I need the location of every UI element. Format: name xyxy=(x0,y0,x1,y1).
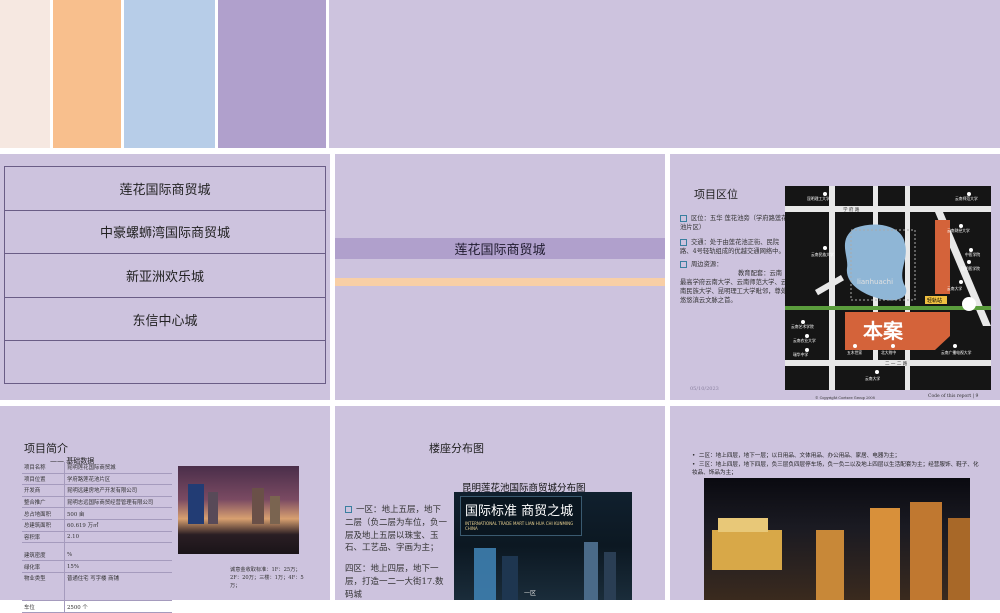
svg-text:云南师范大学: 云南师范大学 xyxy=(955,196,978,201)
svg-text:lianhuachi: lianhuachi xyxy=(857,278,893,286)
color-swatch-1 xyxy=(0,0,50,148)
table-row: 容积率 2.10 xyxy=(22,531,172,544)
table-row: 建筑密度% xyxy=(22,542,172,562)
price-note: 诚意金收取标准：1F：25万；2F：20万；三楼：1万；4F：5万； xyxy=(230,567,304,589)
bullet-icon xyxy=(680,215,687,222)
table-row: 项目位置 学府路莲花池片区 xyxy=(22,473,172,486)
slide-zones[interactable]: • 二区：地上四层，地下一层；以日用品、文体用品、办公用品、家居、电器为主； •… xyxy=(670,406,1000,600)
slide-date: 05/10/2023 xyxy=(690,386,719,392)
title-band: 莲花国际商贸城 xyxy=(335,238,665,259)
map-project-label: 本案 xyxy=(863,319,904,343)
color-swatch-4 xyxy=(218,0,326,148)
intro-photo xyxy=(178,466,299,554)
table-row: 物业类型 普通住宅 写字楼 商铺 xyxy=(22,572,172,602)
slide-title[interactable]: 莲花国际商贸城 xyxy=(335,154,665,400)
footer-copyright: © Copyright Coetzee Group 2008 xyxy=(815,396,875,400)
color-swatch-2 xyxy=(53,0,121,148)
zone4-text: 四区：地上四层，地下一层，打造一二一大街17.数码城 xyxy=(345,564,444,600)
footer-page: Code of this report | 9 xyxy=(928,394,979,399)
location-district: 区位：五华 莲花池旁（学府路莲花池片区） xyxy=(680,215,788,232)
map-subway-label: 轻轨站 xyxy=(927,297,942,304)
svg-text:五木世家: 五木世家 xyxy=(847,350,862,355)
table-row: 整合推广 昆明志远国际商贸经营管理有限公司 xyxy=(22,496,172,509)
menu-item-zhonghao[interactable]: 中豪螺蛳湾国际商贸城 xyxy=(5,211,325,255)
location-resources: 教育配套：云南最高学府云南大学、云南师范大学、云南民族大学、昆明理工大学毗邻，尊… xyxy=(680,269,788,304)
table-row: 总占地面积 500 亩 xyxy=(22,507,172,520)
svg-text:中医学院: 中医学院 xyxy=(965,252,980,257)
location-text-block: 区位：五华 莲花池旁（学府路莲花池片区） 交通：处于由莲花池正街、民院路、4号轻… xyxy=(680,214,788,305)
bullet-icon xyxy=(680,260,687,268)
menu-item-xinyazhou[interactable]: 新亚洲欢乐城 xyxy=(5,254,325,298)
svg-text:昆明医学院: 昆明医学院 xyxy=(961,266,980,271)
zone2-bullet: • 二区：地上四层，地下一层；以日用品、文体用品、办公用品、家居、电器为主； xyxy=(692,453,901,459)
svg-text:云南艺术学院: 云南艺术学院 xyxy=(791,324,814,329)
distribution-title: 楼座分布图 xyxy=(429,442,484,455)
menu-item-lianhua[interactable]: 莲花国际商贸城 xyxy=(5,167,325,211)
svg-text:云南农业大学: 云南农业大学 xyxy=(793,338,816,343)
table-row: 绿化率 15% xyxy=(22,560,172,574)
svg-text:云南大学: 云南大学 xyxy=(865,376,880,381)
svg-text:云南民族大学: 云南民族大学 xyxy=(811,252,834,257)
menu-item-empty[interactable] xyxy=(5,341,325,385)
location-map: lianhuachi 本案 轻轨站 昆明理工大学 云南师范大学 云南财经大学 中… xyxy=(785,186,991,390)
location-title: 项目区位 xyxy=(694,188,738,201)
svg-text:云南广播电视大学: 云南广播电视大学 xyxy=(941,350,972,355)
location-resources-label: 周边资源： xyxy=(691,260,723,268)
table-row: 开发商 昆明远建房地产开发有限公司 xyxy=(22,484,172,497)
bullet-icon xyxy=(680,239,687,247)
zones-photo xyxy=(704,478,970,600)
map-graphic: lianhuachi 本案 轻轨站 昆明理工大学 云南师范大学 云南财经大学 中… xyxy=(785,186,991,390)
zones-bullets: • 二区：地上四层，地下一层；以日用品、文体用品、办公用品、家居、电器为主； •… xyxy=(692,452,982,478)
svg-text:学 府 路: 学 府 路 xyxy=(843,206,860,213)
svg-text:瑞华中学: 瑞华中学 xyxy=(793,352,808,357)
svg-text:昆明理工大学: 昆明理工大学 xyxy=(807,196,830,201)
banner: 国际标准 商贸之城 INTERNATIONAL TRADE MART LIAN … xyxy=(460,496,582,536)
project-menu: 莲花国际商贸城 中豪螺蛳湾国际商贸城 新亚洲欢乐城 东信中心城 xyxy=(4,166,326,384)
location-traffic: 交通：处于由莲花池正街、民院路、4号轻轨组成的优越交通网络中。 xyxy=(680,239,785,256)
svg-text:云南大学: 云南大学 xyxy=(947,286,962,291)
slide-blank-top[interactable] xyxy=(329,0,1000,148)
banner-en: INTERNATIONAL TRADE MART LIAN HUA CHI KU… xyxy=(465,521,574,531)
slide-distribution[interactable]: 楼座分布图 昆明莲花池国际商贸城分布图 一区：地上五层，地下二层（负二层为车位，… xyxy=(335,406,665,600)
bullet-icon xyxy=(345,506,352,513)
table-row: 项目名称 昆明莲花国际商贸城 xyxy=(22,462,172,474)
zone3-bullet: • 三区：地上四层，地下四层，负三层负四层停车场，负一负二以及地上四层以生活配套… xyxy=(692,461,979,477)
intro-title: 项目简介 xyxy=(24,442,68,455)
zone-text-block: 一区：地上五层，地下二层（负二层为车位，负一层及地上五层以珠宝、玉石、工艺品、字… xyxy=(345,504,447,600)
menu-item-dongxin[interactable]: 东信中心城 xyxy=(5,298,325,342)
zone-marker: 一区 xyxy=(524,590,537,597)
slide-title-text: 莲花国际商贸城 xyxy=(454,243,546,258)
color-swatch-3 xyxy=(124,0,215,148)
svg-text:云南财经大学: 云南财经大学 xyxy=(947,228,970,233)
slide-location[interactable]: 项目区位 区位：五华 莲花池旁（学府路莲花池片区） 交通：处于由莲花池正街、民院… xyxy=(670,154,1000,400)
svg-text:二 一 二 路: 二 一 二 路 xyxy=(885,360,908,367)
zone1-text: 一区：地上五层，地下二层（负二层为车位，负一层及地上五层以珠宝、玉石、工艺品、字… xyxy=(345,505,448,554)
distribution-photo: 国际标准 商贸之城 INTERNATIONAL TRADE MART LIAN … xyxy=(454,492,632,600)
table-row: 总建筑面积 60.619 万㎡ xyxy=(22,519,172,532)
banner-cn: 国际标准 商贸之城 xyxy=(465,504,574,519)
table-row: 车位 2500 个 xyxy=(22,600,172,613)
accent-stripe xyxy=(335,278,665,286)
svg-text:北大附中: 北大附中 xyxy=(881,350,896,355)
basic-data-table: 项目名称 昆明莲花国际商贸城 项目位置 学府路莲花池片区 开发商 昆明远建房地产开发有… xyxy=(22,462,172,613)
